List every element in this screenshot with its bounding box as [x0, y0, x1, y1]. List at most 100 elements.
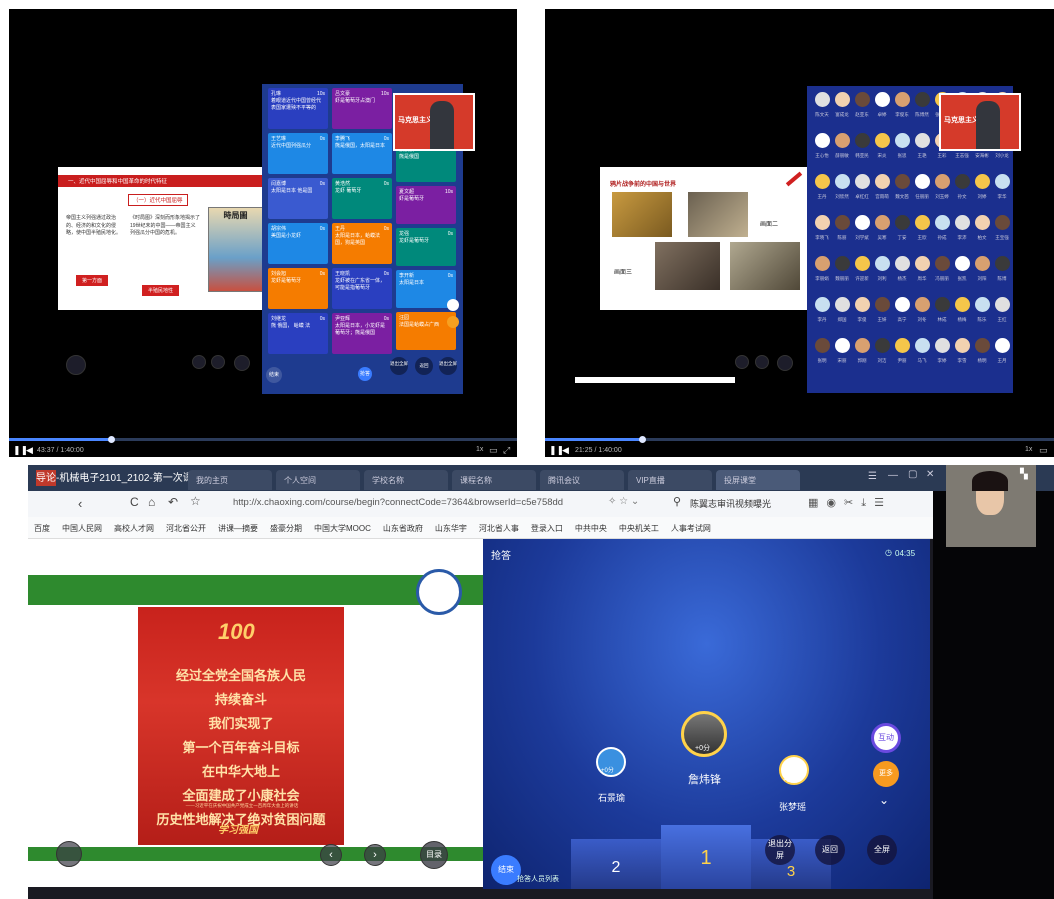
student-avatar-cell: 卓婷 — [873, 92, 891, 118]
side-plus-icon[interactable] — [447, 299, 459, 311]
slide-corner-button[interactable] — [56, 841, 82, 867]
browser-tab[interactable]: 投屏课堂 — [716, 470, 800, 490]
card-answer-text: 龙虾 葡萄牙 — [335, 188, 362, 194]
url-bar[interactable]: http://x.chaoxing.com/course/begin?conne… — [233, 497, 563, 508]
speed-button-right[interactable]: 1x — [1025, 446, 1032, 453]
prev-slide-button[interactable] — [192, 355, 206, 369]
bookmark-item[interactable]: 讲课—摘要 — [218, 523, 258, 533]
search-icon[interactable]: ⚲ — [673, 495, 681, 508]
bookmark-item[interactable]: 高校人才网 — [114, 523, 154, 533]
exit-split-button[interactable]: 退出分屏 — [765, 835, 795, 865]
bookmark-item[interactable]: 河北省人事 — [479, 523, 519, 533]
browser-tab[interactable]: 个人空间 — [276, 470, 360, 490]
bookmark-item[interactable]: 山东华宇 — [435, 523, 467, 533]
minimize-icon[interactable]: — — [888, 470, 898, 481]
video-player-right[interactable]: 鸦片战争前的中国与世界 画面二 画面三 陈文天富成龙赵亚东卓婷李俊东陈博然张思成… — [545, 9, 1054, 457]
browser-tab[interactable]: 课程名称 — [452, 470, 536, 490]
layout-icon[interactable]: ▚ — [1020, 469, 1028, 480]
home-icon[interactable]: ⌂ — [148, 495, 155, 509]
student-name: 杨梅 — [957, 317, 967, 322]
student-avatar-cell: 李丽娟 — [813, 256, 831, 282]
bookmark-item[interactable]: 中国大学MOOC — [314, 523, 371, 533]
progress-knob[interactable] — [107, 436, 115, 443]
menu-button-right[interactable] — [777, 355, 793, 371]
volume-icon-right[interactable]: ◀ — [562, 445, 569, 456]
student-avatar-cell: 王艳 — [913, 133, 931, 159]
prev-slide-button-bottom[interactable]: ‹ — [320, 844, 342, 866]
exit-button[interactable]: 退出全屏 — [439, 357, 457, 375]
people-image — [655, 242, 720, 290]
student-name: 张明 — [817, 358, 827, 363]
back-button[interactable]: 返回 — [815, 835, 845, 865]
card-time: 0s — [383, 271, 389, 277]
bookmark-item[interactable]: 盛豪分期 — [270, 523, 302, 533]
speed-button[interactable]: 1x — [476, 446, 483, 453]
bookmark-item[interactable]: 河北省公开 — [166, 523, 206, 533]
student-avatar-cell: 张思 — [893, 133, 911, 159]
fullscreen-button[interactable]: 全屏 — [867, 835, 897, 865]
student-name: 尹丽 — [897, 358, 907, 363]
bookmark-item[interactable]: 山东省政府 — [383, 523, 423, 533]
side-minus-icon[interactable] — [447, 316, 459, 328]
next-slide-button-bottom[interactable]: › — [364, 844, 386, 866]
slide-body-mid: 《时局图》深刻而形象地揭示了19世纪末的中国——帝国主义列强瓜分中国的危机。 — [130, 215, 201, 236]
student-name: 韩亚民 — [855, 153, 869, 158]
avatar — [954, 174, 970, 189]
slide-btn-first[interactable]: 第一方面 — [76, 275, 109, 286]
menu-slide-button-bottom[interactable]: 目录 — [420, 841, 448, 869]
browser-tab[interactable]: 学校名称 — [364, 470, 448, 490]
student-name: 李丹 — [817, 317, 827, 322]
back-icon[interactable]: ‹ — [78, 496, 82, 511]
card-student-name: 吕文豪 — [335, 91, 351, 97]
bookmark-item[interactable]: 中共中央 — [575, 523, 607, 533]
time-display-right: 21:25 / 1:40:00 — [575, 447, 622, 454]
avatar — [894, 338, 910, 353]
exit-fullscreen-button[interactable]: 退出全屏 — [390, 357, 408, 375]
more-button[interactable]: 更多 — [873, 761, 899, 787]
bookmark-item[interactable]: 登录入口 — [531, 523, 563, 533]
browser-tab[interactable]: VIP直播 — [628, 470, 712, 490]
slide-btn-second[interactable]: 半殖民地性 — [142, 285, 180, 296]
menu-slide-button[interactable] — [234, 355, 250, 371]
progress-knob-right[interactable] — [638, 436, 646, 443]
interact-button[interactable]: 互动 — [871, 723, 901, 753]
close-button[interactable]: 结束 — [266, 367, 282, 383]
bookmark-item[interactable]: 百度 — [34, 523, 50, 533]
share-icon[interactable]: ✧ ☆ ⌄ — [608, 496, 639, 507]
student-name: 李晓飞 — [815, 235, 829, 240]
bookmark-item[interactable]: 中央机关工 — [619, 523, 659, 533]
toolbar-icons[interactable]: ▦◉✂⤓☰ — [808, 496, 892, 510]
browser-tab[interactable]: 腾讯会议 — [540, 470, 624, 490]
student-avatar-cell: 李华 — [993, 174, 1011, 200]
chevron-down-icon[interactable]: ⌄ — [879, 793, 889, 807]
undo-icon[interactable]: ↶ — [168, 495, 178, 509]
avatar — [934, 174, 950, 189]
browser-screenshot: 导论-机械电子2101_2102-第一次课 我的主页 个人空间 学校名称 课程名称 腾讯… — [28, 465, 1054, 899]
video-player-left[interactable]: 一、近代中国屈辱和中国革命的时代特征 （一）近代中国屈辱 帝国主义列强通过政治的… — [9, 9, 517, 457]
browser-tab[interactable]: 我的主页 — [188, 470, 272, 490]
reload-icon[interactable]: C — [130, 495, 139, 509]
pen-button-right[interactable] — [755, 355, 769, 369]
return-button[interactable]: 返回 — [415, 357, 433, 375]
progress-bar-right[interactable] — [545, 436, 1054, 443]
next-slide-button[interactable] — [211, 355, 225, 369]
window-menu-icon[interactable]: ☰ — [868, 471, 877, 482]
answer-circle-button[interactable]: 抢答 — [358, 367, 372, 381]
list-button[interactable]: 抢答人员列表 — [517, 874, 559, 884]
progress-bar-left[interactable] — [9, 436, 517, 443]
slide-left-corner-button[interactable] — [66, 355, 86, 375]
student-avatar-cell: 李丹 — [813, 297, 831, 323]
bookmark-item[interactable]: 中国人民网 — [62, 523, 102, 533]
volume-icon[interactable]: ◀ — [26, 445, 33, 456]
fullscreen-icon[interactable]: ⤢ — [503, 445, 510, 456]
star-icon[interactable]: ☆ — [190, 494, 201, 508]
pip-icon[interactable]: ▭ — [489, 445, 498, 456]
bookmark-item[interactable]: 人事考试网 — [671, 523, 711, 533]
search-box[interactable]: 陈翼志审讯视频曝光 — [690, 497, 771, 510]
close-window-icon[interactable]: ✕ — [926, 469, 934, 480]
pip-icon-right[interactable]: ▭ — [1039, 445, 1048, 456]
maximize-icon[interactable]: ▢ — [908, 469, 917, 480]
answer-card: 孔琳 10s 着眼道近代中国曾经代表国家遭殃不平等的 — [268, 88, 328, 129]
avatar — [914, 338, 930, 353]
prev-slide-button-right[interactable] — [735, 355, 749, 369]
